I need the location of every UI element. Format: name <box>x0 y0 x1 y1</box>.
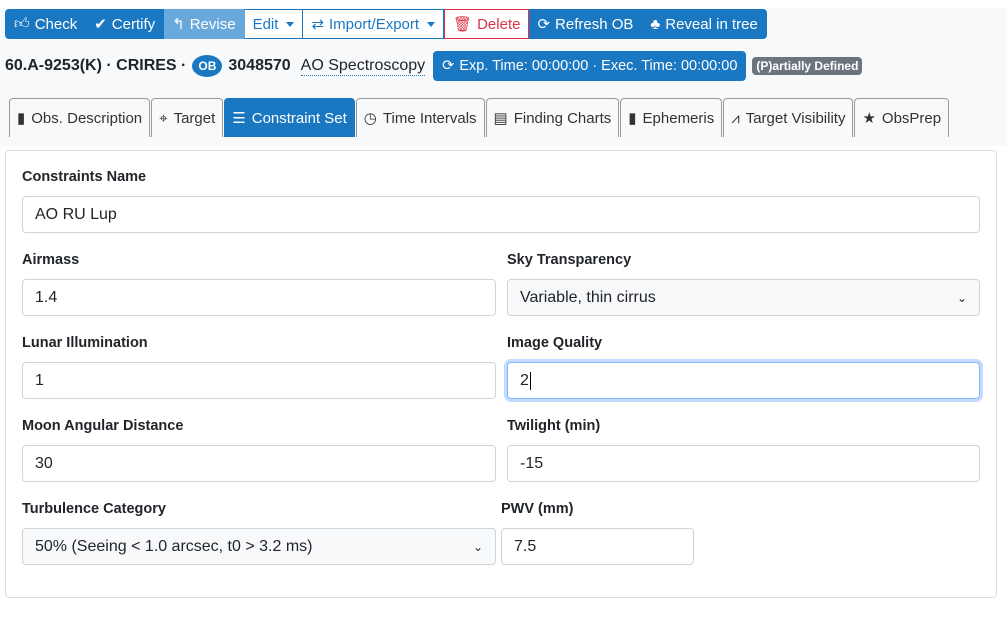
crosshairs-icon: ⌖ <box>159 110 167 127</box>
tab-obsprep[interactable]: ★ObsPrep <box>854 98 949 137</box>
trash-icon: 🗑︎ <box>453 15 472 33</box>
turbulence-label: Turbulence Category <box>22 501 166 517</box>
ob-name-link[interactable]: AO Spectroscopy <box>301 57 426 76</box>
tab-constraint-set[interactable]: ☰Constraint Set <box>224 98 355 137</box>
twilight-input[interactable]: -15 <box>507 445 980 482</box>
sky-transparency-label: Sky Transparency <box>507 252 631 268</box>
refresh-icon: ⟳ <box>442 58 454 74</box>
revise-button[interactable]: ↰Revise <box>164 9 244 39</box>
caret-down-icon <box>286 22 294 27</box>
reply-icon: ↰ <box>172 15 185 33</box>
moon-distance-input[interactable]: 30 <box>22 445 496 482</box>
airmass-label: Airmass <box>22 252 79 268</box>
airmass-input[interactable]: 1.4 <box>22 279 496 316</box>
tab-target-visibility[interactable]: ⩘Target Visibility <box>723 98 853 137</box>
toolbar: 👍︎Check ✔Certify ↰Revise Edit ⇄Import/Ex… <box>5 9 767 39</box>
lunar-illumination-input[interactable]: 1 <box>22 362 496 399</box>
star-icon: ★ <box>862 109 875 127</box>
sky-transparency-select[interactable]: Variable, thin cirrus⌄ <box>507 279 980 316</box>
check-button[interactable]: 👍︎Check <box>5 9 86 39</box>
constraints-name-input[interactable]: AO RU Lup <box>22 196 980 233</box>
tab-finding-charts[interactable]: ▤Finding Charts <box>486 98 620 137</box>
refresh-ob-button[interactable]: ⟳Refresh OB <box>529 9 642 39</box>
ob-title: 60.A-9253(K) · CRIRES · <box>5 57 186 75</box>
ob-id: 3048570 <box>228 57 290 75</box>
image-quality-input[interactable]: 2 <box>507 362 980 399</box>
tab-ephemeris[interactable]: ▮Ephemeris <box>620 98 722 137</box>
chevron-down-icon: ⌄ <box>957 291 967 305</box>
delete-button[interactable]: 🗑︎Delete <box>444 9 529 39</box>
caret-down-icon <box>427 22 435 27</box>
status-badge: (P)artially Defined <box>752 57 862 75</box>
chevron-down-icon: ⌄ <box>473 540 483 554</box>
tree-icon: ♣ <box>650 16 660 33</box>
twilight-label: Twilight (min) <box>507 418 600 434</box>
tab-time-intervals[interactable]: ◷Time Intervals <box>356 98 485 137</box>
pwv-input[interactable]: 7.5 <box>501 528 694 565</box>
ob-header: 60.A-9253(K) · CRIRES · OB 3048570 AO Sp… <box>5 51 862 81</box>
refresh-icon: ⟳ <box>537 15 550 33</box>
sliders-icon: ☰ <box>232 109 245 127</box>
import-export-dropdown[interactable]: ⇄Import/Export <box>303 9 444 39</box>
clock-icon: ◷ <box>364 109 377 127</box>
file-image-icon: ▤ <box>494 109 508 127</box>
checkmark-icon: ✔ <box>94 15 107 33</box>
constraints-name-label: Constraints Name <box>22 169 146 185</box>
turbulence-select[interactable]: 50% (Seeing < 1.0 arcsec, t0 > 3.2 ms)⌄ <box>22 528 496 565</box>
lunar-illumination-label: Lunar Illumination <box>22 335 148 351</box>
file-icon: ▮ <box>628 109 636 127</box>
reveal-in-tree-button[interactable]: ♣Reveal in tree <box>642 9 766 39</box>
tab-target[interactable]: ⌖Target <box>151 98 223 137</box>
certify-button[interactable]: ✔Certify <box>86 9 164 39</box>
exchange-icon: ⇄ <box>311 15 324 33</box>
tab-bar: ▮Obs. Description ⌖Target ☰Constraint Se… <box>9 98 950 137</box>
exec-time-button[interactable]: ⟳Exp. Time: 00:00:00 · Exec. Time: 00:00… <box>433 51 746 81</box>
image-quality-label: Image Quality <box>507 335 602 351</box>
moon-distance-label: Moon Angular Distance <box>22 418 183 434</box>
tab-obs-description[interactable]: ▮Obs. Description <box>9 98 150 137</box>
chart-line-icon: ⩘ <box>731 110 739 127</box>
ob-badge: OB <box>192 55 222 77</box>
pwv-label: PWV (mm) <box>501 501 574 517</box>
book-icon: ▮ <box>17 109 25 127</box>
thumbs-up-icon: 👍︎ <box>14 15 30 33</box>
edit-dropdown[interactable]: Edit <box>245 9 304 39</box>
